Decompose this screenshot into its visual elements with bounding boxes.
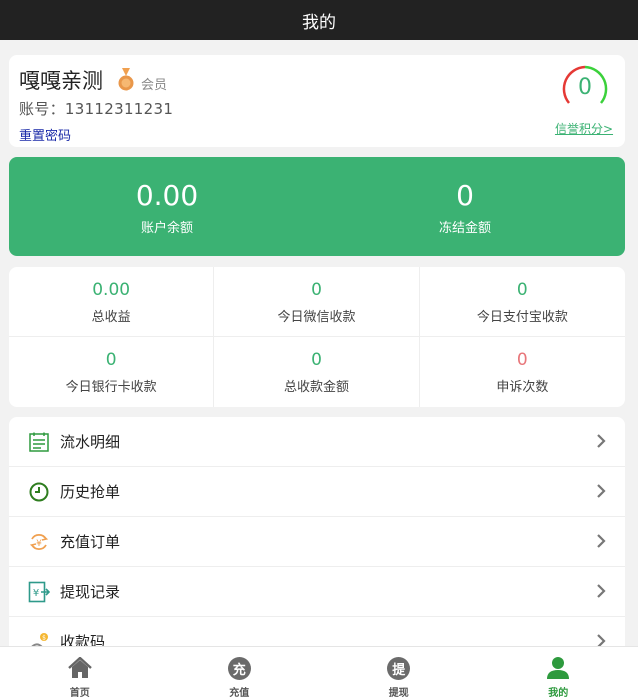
stat-label: 今日支付宝收款 (476, 310, 568, 325)
tab-label: 我的 (548, 688, 569, 699)
tab-recharge[interactable]: 充 充值 (160, 647, 320, 699)
user-icon (546, 656, 570, 680)
page-title: 我的 (302, 12, 336, 33)
top-bar: 我的 (0, 0, 638, 40)
credit-score-value: 0 (578, 75, 592, 100)
stat-today-alipay: 0 今日支付宝收款 (419, 267, 625, 337)
recharge-tab-icon: 充 (227, 656, 251, 680)
stat-label: 总收款金额 (283, 380, 349, 395)
reset-password-link[interactable]: 重置密码 (19, 125, 71, 144)
menu-item-ledger[interactable]: 流水明细 (9, 417, 625, 467)
name-row: 嘎嘎亲测 会员 (19, 65, 167, 95)
stat-today-bankcard: 0 今日银行卡收款 (9, 337, 215, 407)
chevron-right-icon (597, 584, 606, 598)
tab-withdraw[interactable]: 提 提现 (319, 647, 479, 699)
tab-label: 充值 (229, 688, 250, 699)
withdraw-tab-icon: 提 (387, 656, 411, 680)
medal-icon (117, 68, 135, 92)
stat-value: 0 (105, 350, 117, 370)
home-icon (67, 656, 92, 680)
member-badge: 会员 (141, 77, 168, 93)
account-balance-label: 账户余额 (140, 221, 193, 236)
balance-card: 0.00 账户余额 0 冻结金额 (9, 157, 625, 256)
stat-value: 0.00 (92, 280, 131, 300)
tab-home[interactable]: 首页 (0, 647, 160, 699)
chevron-right-icon (597, 484, 606, 498)
svg-text:$: $ (42, 634, 46, 641)
stat-label: 今日银行卡收款 (65, 380, 157, 395)
menu-item-label: 提现记录 (60, 583, 121, 601)
recharge-icon: ¥ (28, 531, 50, 553)
stat-label: 申诉次数 (496, 380, 549, 395)
withdraw-icon: ¥ (28, 581, 50, 603)
frozen-amount: 0 冻结金额 (365, 179, 565, 236)
account-balance-value: 0.00 (135, 179, 199, 212)
frozen-amount-value: 0 (456, 179, 474, 212)
tab-label: 首页 (69, 688, 90, 699)
stat-value: 0 (311, 280, 322, 300)
stat-value: 0 (311, 350, 322, 370)
stat-value: 0 (516, 280, 528, 300)
menu-item-withdraw-records[interactable]: ¥ 提现记录 (9, 567, 625, 617)
chevron-right-icon (597, 434, 606, 448)
menu-list: 流水明细 历史抢单 ¥ 充值订单 ¥ 提现记录 $ 收款码 (9, 417, 625, 657)
menu-item-history-orders[interactable]: 历史抢单 (9, 467, 625, 517)
stat-today-wechat: 0 今日微信收款 (214, 267, 420, 337)
stat-value: 0 (516, 350, 528, 370)
menu-item-label: 充值订单 (60, 533, 121, 551)
stats-grid: 0.00 总收益 0 今日微信收款 0 今日支付宝收款 0 今日银行卡收款 0 … (9, 267, 625, 407)
menu-item-label: 历史抢单 (60, 483, 121, 501)
username: 嘎嘎亲测 (19, 69, 103, 93)
credit-score-link[interactable]: 信誉积分> (553, 120, 615, 137)
stat-label: 今日微信收款 (277, 310, 356, 325)
withdraw-glyph: 提 (387, 656, 411, 680)
account-balance: 0.00 账户余额 (67, 179, 267, 236)
account-number: 账号：13112311231 (19, 100, 174, 118)
tab-mine[interactable]: 我的 (479, 647, 638, 699)
stat-label: 总收益 (91, 310, 131, 325)
clock-icon (28, 481, 50, 503)
chevron-right-icon (597, 534, 606, 548)
svg-text:¥: ¥ (33, 588, 39, 599)
stat-total-collected: 0 总收款金额 (214, 337, 420, 407)
ledger-icon (28, 431, 50, 453)
frozen-amount-label: 冻结金额 (438, 221, 491, 236)
recharge-glyph: 充 (227, 656, 251, 680)
stat-total-income: 0.00 总收益 (9, 267, 215, 337)
profile-card: 嘎嘎亲测 会员 账号：13112311231 重置密码 0 信誉积分> (9, 55, 625, 147)
menu-item-recharge-orders[interactable]: ¥ 充值订单 (9, 517, 625, 567)
tab-label: 提现 (388, 688, 409, 699)
menu-item-label: 流水明细 (60, 433, 121, 451)
svg-text:¥: ¥ (36, 539, 42, 549)
stat-appeal-count: 0 申诉次数 (420, 337, 625, 407)
bottom-tab-bar: 首页 充 充值 提 提现 我的 (0, 646, 638, 699)
credit-score[interactable]: 0 信誉积分> (555, 63, 615, 139)
